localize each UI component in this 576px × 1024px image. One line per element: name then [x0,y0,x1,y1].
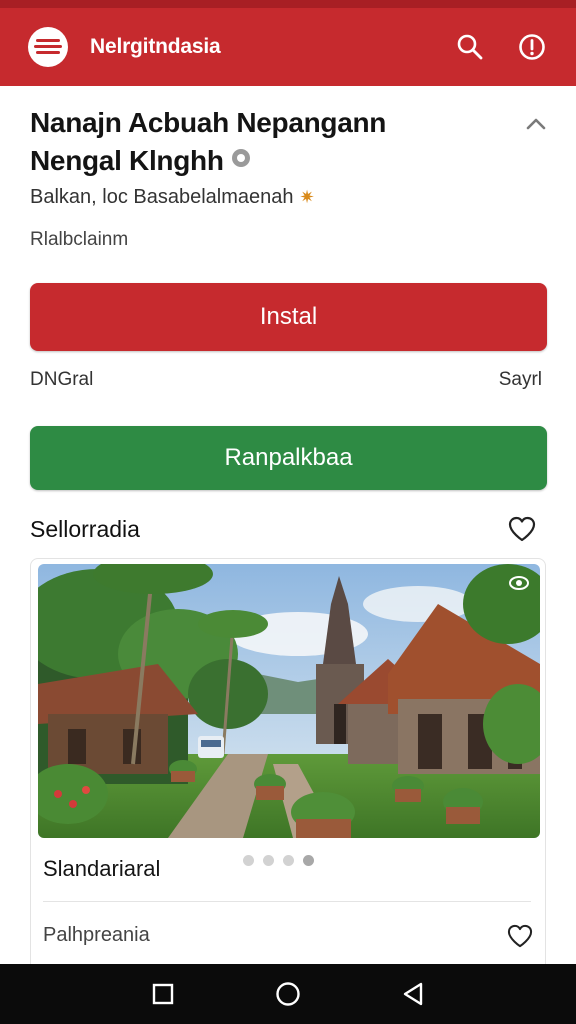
carousel-dot[interactable] [283,855,294,866]
listing-title-line2: Nengal Klnghh [30,145,224,176]
app-bar: Nelrgitndasia [0,8,576,86]
sparkle-icon: ✷ [299,187,315,207]
listing-meta: Rlalbclainm [30,229,129,250]
listing-title: Nanajn Acbuah Nepangann Nengal Klnghh [30,104,480,182]
main-content: Nanajn Acbuah Nepangann Nengal Klnghh Ba… [0,86,576,964]
secondary-action-button[interactable]: Ranpalkbaa [30,426,547,490]
chevron-up-icon[interactable] [520,108,552,140]
app-title: Nelrgitndasia [90,35,221,58]
search-icon[interactable] [450,27,490,67]
listing-subtitle: Balkan, loc Basabelalmaenah ✷ [30,186,315,208]
card-favorite-heart-icon[interactable] [503,919,537,953]
info-left-label: DNGral [30,369,94,390]
carousel-dot-active[interactable] [303,855,314,866]
info-right-label: Sayrl [498,369,542,390]
recents-icon[interactable] [138,969,188,1019]
app-logo-icon[interactable] [28,27,68,67]
carousel-dot[interactable] [263,855,274,866]
verified-badge-icon [230,141,252,179]
listing-title-line1: Nanajn Acbuah Nepangann [30,107,387,138]
view-360-icon[interactable] [508,574,530,597]
install-button[interactable]: Instal [30,283,547,351]
info-icon[interactable] [512,27,552,67]
carousel-dot[interactable] [243,855,254,866]
section-title: Sellorradia [30,516,140,542]
temple-garden-photo[interactable] [38,564,540,838]
card-subtitle: Palhpreania [43,924,150,946]
carousel-dots[interactable] [243,855,314,866]
status-bar [0,0,576,8]
home-icon[interactable] [263,969,313,1019]
listing-card[interactable]: Slandariaral Palhpreania [30,558,546,964]
system-nav-bar [0,964,576,1024]
favorite-heart-icon[interactable] [505,512,539,546]
card-title: Slandariaral [43,856,161,881]
back-icon[interactable] [388,969,438,1019]
card-divider [43,901,531,902]
